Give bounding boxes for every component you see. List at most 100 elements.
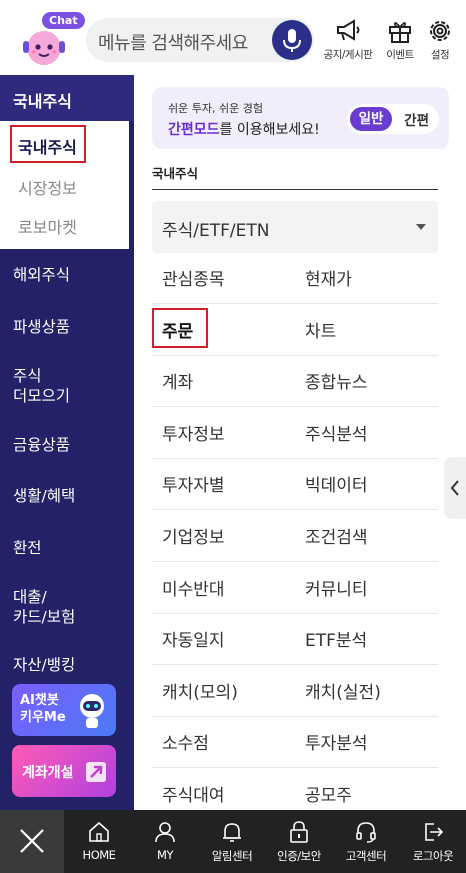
robot-icon bbox=[80, 694, 104, 728]
menu-row-divider bbox=[152, 406, 438, 408]
banner-subtitle: 쉬운 투자, 쉬운 경험 bbox=[168, 102, 263, 115]
menu-search-input[interactable]: 메뉴를 검색해주세요 bbox=[86, 18, 314, 62]
chatbot-character-icon bbox=[23, 31, 65, 65]
voice-search-button[interactable] bbox=[272, 20, 312, 60]
menu-row-divider bbox=[152, 715, 438, 717]
chevron-left-icon bbox=[450, 480, 459, 496]
nav-item-stock-savings[interactable]: 주식 더모으기 bbox=[13, 366, 70, 406]
menu-row-divider bbox=[152, 457, 438, 459]
search-placeholder: 메뉴를 검색해주세요 bbox=[98, 33, 248, 54]
bell-icon bbox=[223, 823, 241, 842]
menu-row-divider bbox=[152, 767, 438, 769]
nav-item-financial-products[interactable]: 금융상품 bbox=[13, 435, 70, 455]
menu-item[interactable]: 차트 bbox=[305, 317, 336, 342]
menu-item[interactable]: 캐치(모의) bbox=[162, 678, 238, 703]
menu-item[interactable]: 미수반대 bbox=[162, 575, 225, 600]
menu-item[interactable]: 투자분석 bbox=[305, 729, 368, 754]
bottom-tab-bar: HOME MY 알림센터 인증/보안 고객센터 로그아웃 bbox=[0, 810, 466, 873]
microphone-icon bbox=[283, 29, 301, 52]
nav-item-exchange[interactable]: 환전 bbox=[13, 538, 42, 558]
tab-notification-label: 알림센터 bbox=[211, 849, 253, 863]
tab-my-label: MY bbox=[157, 848, 173, 862]
settings-label: 설정 bbox=[430, 49, 450, 61]
menu-row-divider bbox=[152, 612, 438, 614]
tab-notification-center[interactable]: 알림센터 bbox=[200, 810, 264, 873]
menu-item[interactable]: 조건검색 bbox=[305, 523, 368, 548]
menu-item[interactable]: 주식분석 bbox=[305, 420, 368, 445]
banner-highlight: 간편모드 bbox=[168, 122, 220, 138]
notice-board-label: 공지/게시판 bbox=[323, 49, 373, 61]
menu-item[interactable]: 자동일지 bbox=[162, 626, 225, 651]
tab-auth-label: 인증/보안 bbox=[277, 849, 321, 863]
menu-row-divider bbox=[152, 303, 438, 304]
highlight-box bbox=[152, 307, 208, 348]
nav-item-loan-card-insurance[interactable]: 대출/ 카드/보험 bbox=[13, 587, 75, 627]
tab-logout-label: 로그아웃 bbox=[412, 849, 454, 863]
submenu-item-robo-market[interactable]: 로보마켓 bbox=[18, 214, 77, 238]
simple-mode-banner[interactable]: 쉬운 투자, 쉬운 경험 간편모드를 이용해보세요! 일반 간편 bbox=[152, 87, 449, 149]
menu-item[interactable]: 빅데이터 bbox=[305, 471, 368, 496]
menu-row-divider bbox=[152, 354, 438, 356]
headset-icon bbox=[356, 822, 376, 843]
product-type-select[interactable]: 주식/ETF/ETN bbox=[152, 201, 438, 253]
tab-my[interactable]: MY bbox=[134, 810, 196, 873]
menu-item[interactable]: 관심종목 bbox=[162, 265, 225, 290]
tab-customer-center[interactable]: 고객센터 bbox=[334, 810, 398, 873]
close-menu-button[interactable] bbox=[0, 810, 64, 873]
ai-chatbot-promo-button[interactable]: AI챗봇 키우Me bbox=[12, 684, 116, 736]
section-title: 국내주식 bbox=[152, 166, 199, 181]
section-divider bbox=[152, 189, 438, 190]
account-card-icon bbox=[86, 762, 106, 782]
menu-item[interactable]: 투자정보 bbox=[162, 420, 225, 445]
left-navigation: 국내주식 국내주식 시장정보 로보마켓 해외주식 파생상품 주식 더모으기 금융… bbox=[0, 75, 134, 810]
nav-item-derivatives[interactable]: 파생상품 bbox=[13, 317, 70, 337]
nav-submenu: 국내주식 시장정보 로보마켓 bbox=[0, 121, 129, 249]
menu-item[interactable]: 기업정보 bbox=[162, 523, 225, 548]
tab-logout[interactable]: 로그아웃 bbox=[401, 810, 465, 873]
banner-title-rest: 를 이용해보세요! bbox=[219, 122, 320, 138]
chatbot-button[interactable]: Chat bbox=[14, 10, 85, 70]
menu-item[interactable]: 종합뉴스 bbox=[305, 368, 368, 393]
tab-auth-security[interactable]: 인증/보안 bbox=[267, 810, 331, 873]
tab-home[interactable]: HOME bbox=[68, 810, 130, 873]
highlight-box bbox=[10, 125, 86, 163]
home-icon bbox=[89, 821, 109, 842]
nav-section-domestic-stock[interactable]: 국내주식 bbox=[0, 75, 134, 121]
menu-row-divider bbox=[152, 561, 438, 562]
lock-icon bbox=[290, 821, 308, 843]
nav-item-overseas-stock[interactable]: 해외주식 bbox=[13, 265, 70, 285]
menu-item[interactable]: 캐치(실전) bbox=[305, 678, 381, 703]
side-collapse-tab[interactable] bbox=[444, 457, 466, 519]
menu-row-divider bbox=[152, 664, 438, 666]
nav-item-life-benefits[interactable]: 생활/혜택 bbox=[13, 486, 75, 506]
person-icon bbox=[155, 822, 175, 843]
menu-row-divider bbox=[152, 509, 438, 511]
submenu-item-market-info[interactable]: 시장정보 bbox=[18, 175, 77, 199]
logout-icon bbox=[425, 823, 444, 841]
banner-title: 간편모드를 이용해보세요! bbox=[168, 119, 320, 139]
gift-icon bbox=[389, 22, 411, 43]
menu-item[interactable]: 투자자별 bbox=[162, 471, 225, 496]
close-icon bbox=[20, 829, 44, 853]
menu-item[interactable]: 소수점 bbox=[162, 729, 209, 754]
menu-item[interactable]: 계좌 bbox=[162, 368, 193, 393]
tab-customer-label: 고객센터 bbox=[345, 849, 387, 863]
menu-item[interactable]: 공모주 bbox=[305, 781, 352, 806]
select-value: 주식/ETF/ETN bbox=[162, 221, 270, 241]
mode-toggle[interactable]: 일반 간편 bbox=[347, 104, 439, 134]
tab-home-label: HOME bbox=[82, 848, 116, 862]
mode-toggle-normal[interactable]: 일반 bbox=[350, 107, 392, 131]
settings-button[interactable]: 설정 bbox=[414, 18, 466, 66]
megaphone-icon bbox=[337, 19, 360, 41]
menu-item[interactable]: 커뮤니티 bbox=[305, 575, 368, 600]
nav-section-label: 국내주식 bbox=[13, 92, 72, 111]
nav-item-asset-banking[interactable]: 자산/뱅킹 bbox=[13, 655, 75, 675]
menu-item[interactable]: 현재가 bbox=[305, 265, 352, 290]
notice-board-button[interactable]: 공지/게시판 bbox=[320, 18, 376, 66]
menu-item[interactable]: ETF분석 bbox=[305, 626, 367, 651]
caret-down-icon bbox=[416, 224, 426, 230]
mode-toggle-simple[interactable]: 간편 bbox=[404, 109, 429, 129]
open-account-promo-button[interactable]: 계좌개설 bbox=[12, 745, 116, 797]
menu-item[interactable]: 주식대여 bbox=[162, 781, 225, 806]
open-account-promo-label: 계좌개설 bbox=[22, 765, 74, 781]
